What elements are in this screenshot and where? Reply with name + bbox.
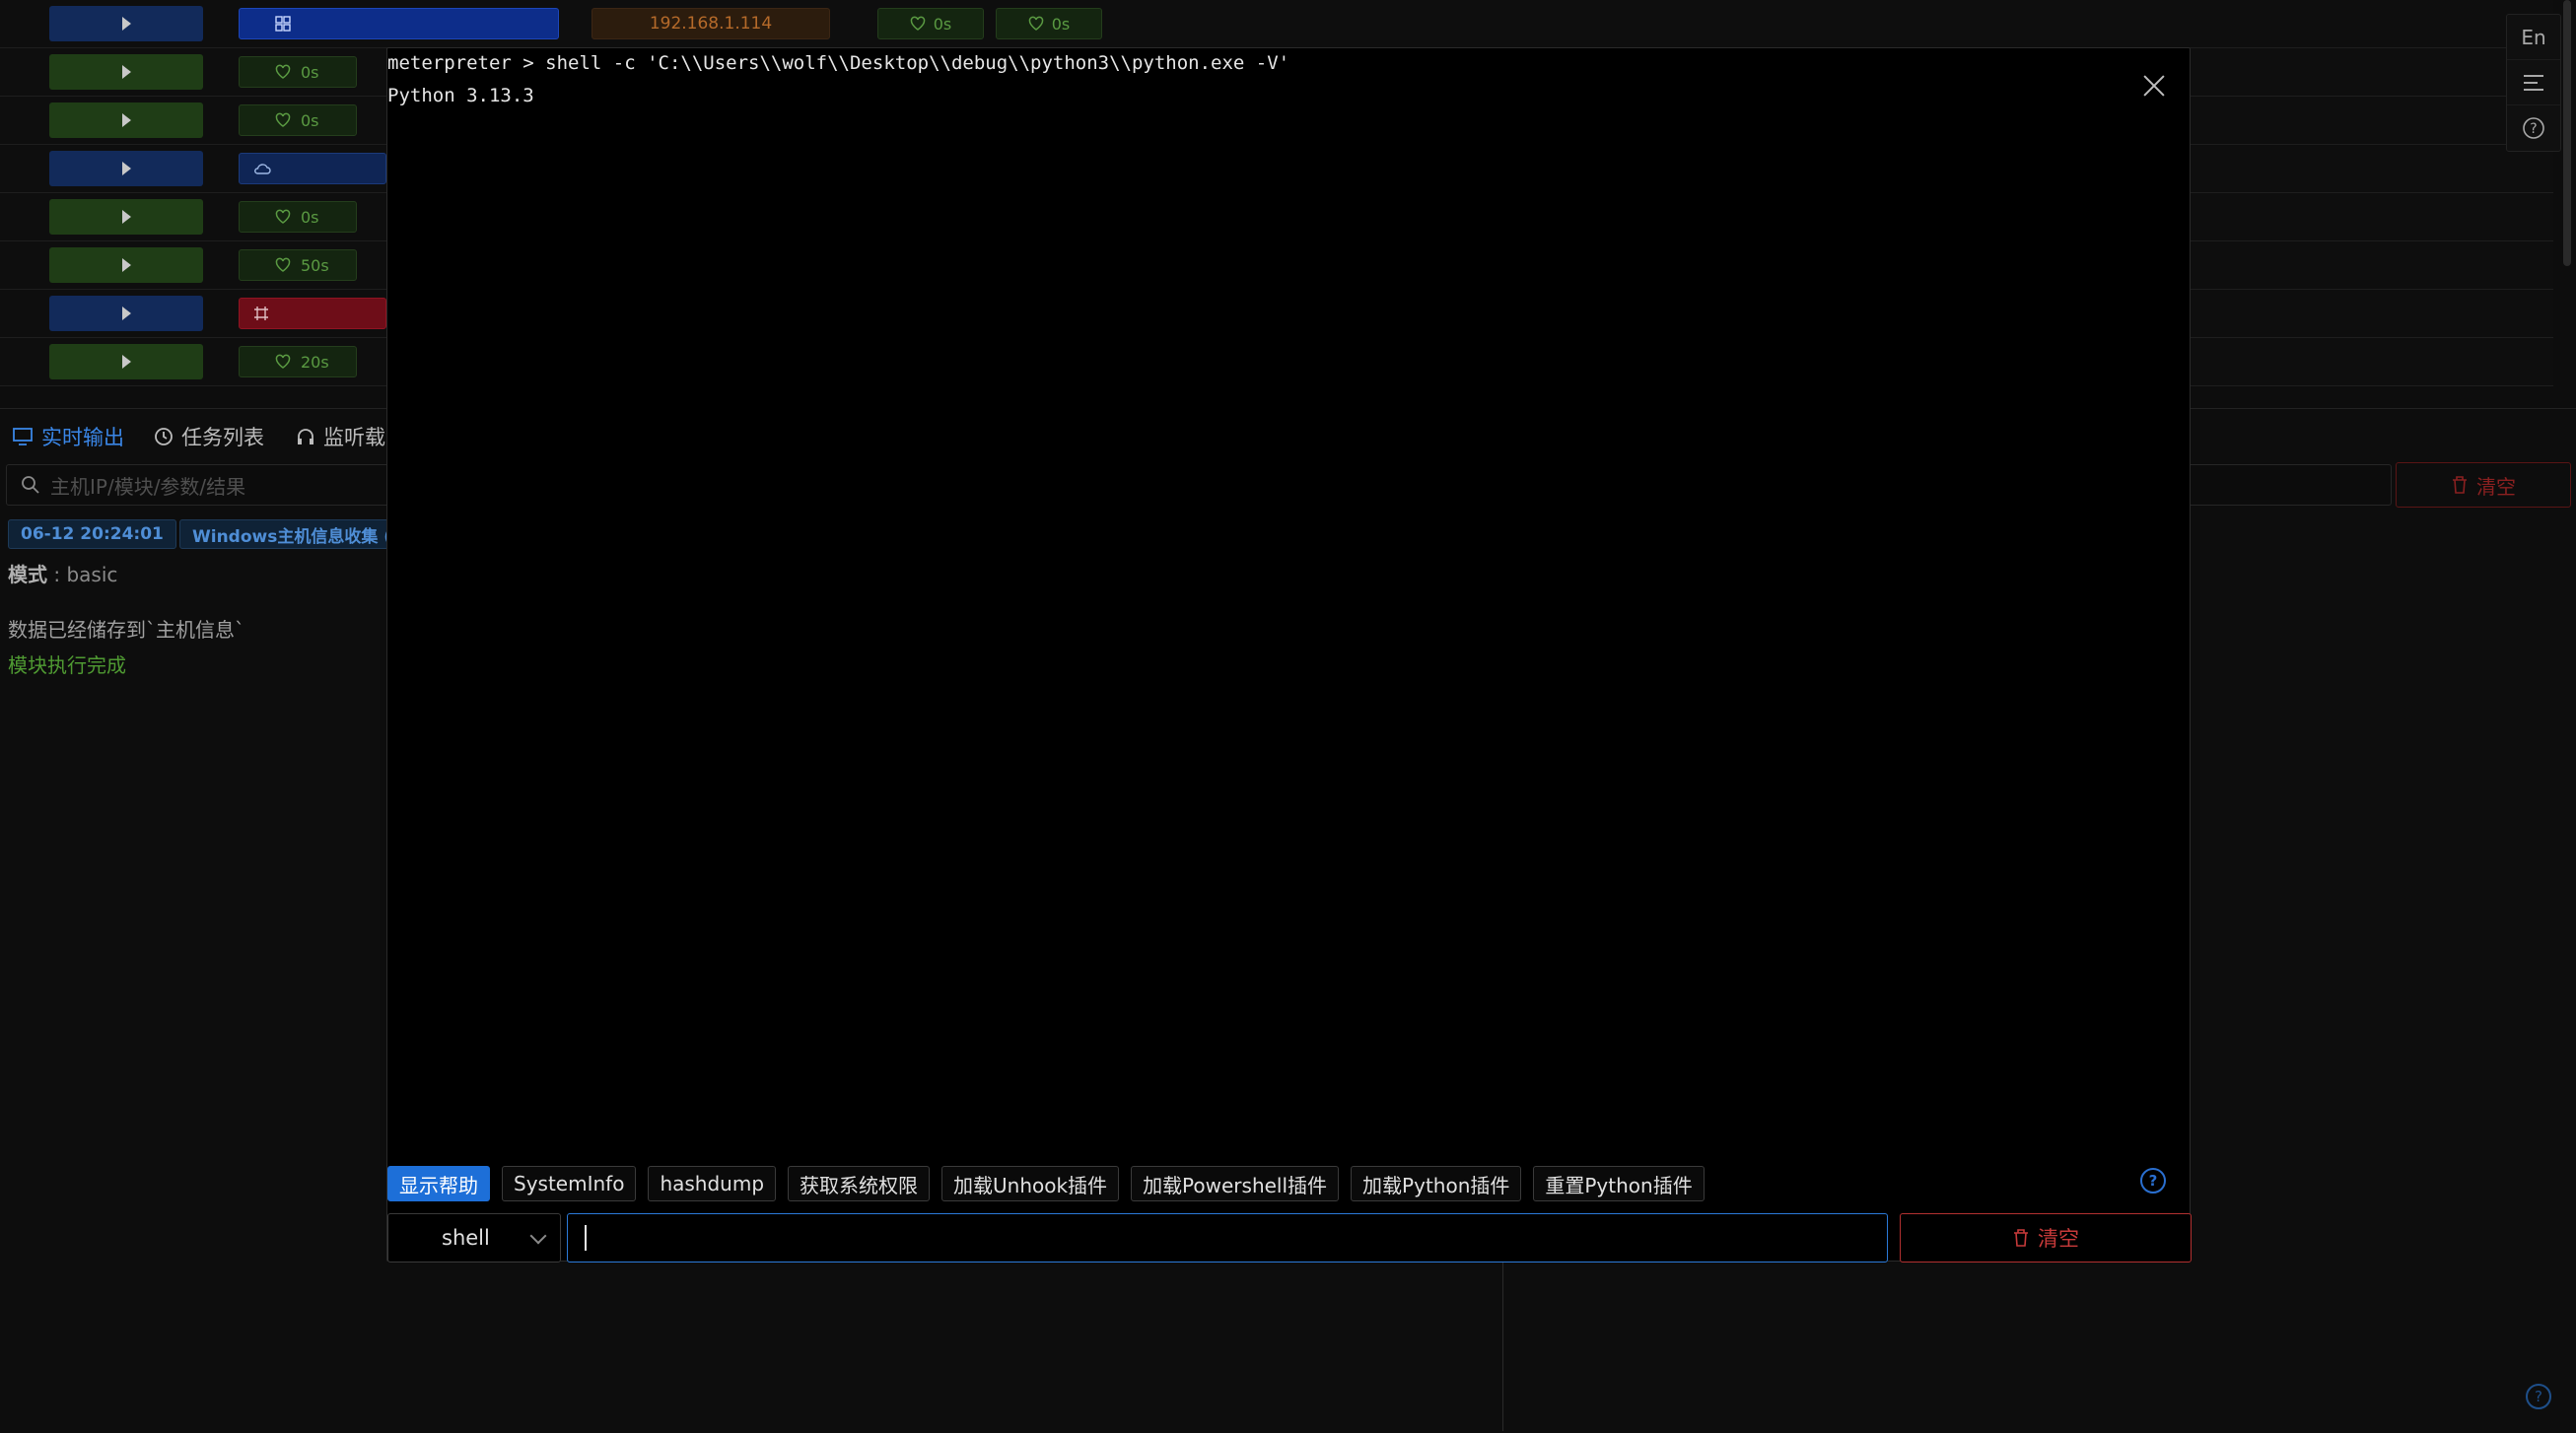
close-icon[interactable] (2140, 72, 2168, 100)
console-line: meterpreter > shell -c 'C:\\Users\\wolf\… (387, 52, 1290, 74)
host-status-tag: 0s (239, 56, 357, 88)
heart-icon (910, 16, 925, 31)
expand-row-button[interactable] (49, 199, 203, 235)
console-modal: meterpreter > shell -c 'C:\\Users\\wolf\… (386, 47, 2192, 1262)
cloud-icon (254, 164, 271, 174)
quick-command-button[interactable]: 获取系统权限 (788, 1166, 931, 1201)
host-status-tag: 20s (239, 346, 357, 377)
app-root: 192.168.1.114 0s 0s 0s 0s 0s 50s 20s En ? 实时输出 … (0, 0, 2576, 1433)
trash-icon (2453, 476, 2467, 494)
trash-icon (2014, 1229, 2028, 1247)
language-toggle[interactable]: En (2507, 15, 2560, 60)
command-input[interactable] (567, 1213, 1888, 1262)
menu-lines-icon[interactable] (2507, 60, 2560, 105)
command-row: shell 清空 (387, 1213, 2192, 1262)
heartbeat-label: 0s (301, 207, 319, 227)
quick-command-bar: 显示帮助 SystemInfo hashdump 获取系统权限 加载Unhook插件 加载… (387, 1166, 1705, 1201)
corner-help-icon[interactable]: ? (2526, 1384, 2551, 1409)
quick-command-button[interactable]: hashdump (648, 1166, 777, 1201)
chevron-down-icon (529, 1227, 547, 1245)
quick-command-button[interactable]: 加载Unhook插件 (941, 1166, 1120, 1201)
heartbeat-label: 20s (301, 352, 329, 372)
heartbeat-label: 0s (933, 14, 952, 34)
log-clear-button[interactable]: 清空 (2396, 462, 2571, 508)
heart-icon (275, 209, 291, 224)
quick-command-button[interactable]: SystemInfo (502, 1166, 637, 1201)
clock-icon (155, 428, 173, 445)
expand-row-button[interactable] (49, 54, 203, 90)
caret-right-icon (121, 162, 131, 175)
host-status-tag (239, 153, 386, 184)
tab-label: 实时输出 (41, 426, 124, 449)
console-help-icon[interactable]: ? (2140, 1168, 2166, 1194)
heartbeat-tag: 0s (877, 8, 984, 39)
host-row: 192.168.1.114 0s 0s (0, 0, 2553, 48)
tab-listener[interactable]: 监听载 (296, 419, 385, 454)
log-time-badge: 06-12 20:24:01 (8, 519, 176, 549)
expand-row-button[interactable] (49, 102, 203, 138)
host-status-tag (239, 298, 386, 329)
heartbeat-tag: 0s (996, 8, 1102, 39)
console-line: Python 3.13.3 (387, 85, 534, 106)
console-output: meterpreter > shell -c 'C:\\Users\\wolf\… (387, 48, 2130, 1132)
host-list-scrollbar[interactable] (2563, 0, 2571, 266)
heartbeat-label: 0s (301, 62, 319, 82)
caret-right-icon (121, 113, 131, 127)
headphones-icon (298, 429, 313, 444)
heart-icon (275, 112, 291, 127)
mode-label: 模式 (8, 563, 47, 586)
heart-icon (275, 354, 291, 369)
host-status-tag: 0s (239, 201, 357, 233)
quick-command-button[interactable]: 重置Python插件 (1533, 1166, 1705, 1201)
command-type-value: shell (442, 1226, 490, 1250)
expand-row-button[interactable] (49, 296, 203, 331)
tab-label: 任务列表 (181, 426, 264, 449)
heart-icon (275, 64, 291, 79)
mode-value: : basic (53, 563, 118, 586)
caret-right-icon (121, 258, 131, 272)
host-status-tag: 0s (239, 104, 357, 136)
frame-icon (254, 307, 268, 320)
caret-right-icon (121, 17, 131, 31)
command-type-select[interactable]: shell (387, 1213, 561, 1262)
host-status-tag (239, 8, 559, 39)
expand-row-button[interactable] (49, 344, 203, 379)
tab-task-list[interactable]: 任务列表 (154, 419, 264, 454)
log-mode-line: 模式 : basic (8, 559, 117, 587)
host-ip-tag: 192.168.1.114 (592, 8, 830, 39)
quick-command-button[interactable]: 显示帮助 (387, 1166, 490, 1201)
expand-row-button[interactable] (49, 247, 203, 283)
quick-command-button[interactable]: 加载Powershell插件 (1131, 1166, 1340, 1201)
right-toolbar: En ? (2506, 14, 2561, 152)
expand-row-button[interactable] (49, 6, 203, 41)
quick-command-button[interactable]: 加载Python插件 (1351, 1166, 1522, 1201)
help-icon[interactable]: ? (2507, 105, 2560, 151)
svg-text:?: ? (2530, 121, 2537, 137)
tab-label: 监听载 (323, 426, 385, 449)
caret-right-icon (121, 355, 131, 369)
log-done-line: 模块执行完成 (8, 653, 126, 677)
search-icon (22, 476, 39, 494)
heart-icon (1028, 16, 1043, 31)
console-clear-button[interactable]: 清空 (1900, 1213, 2192, 1262)
host-status-tag: 50s (239, 249, 357, 281)
windows-icon (275, 16, 291, 32)
heartbeat-label: 0s (1051, 14, 1071, 34)
text-caret (585, 1225, 587, 1251)
caret-right-icon (121, 210, 131, 224)
log-module-badge: Windows主机信息收集 ( (179, 519, 405, 549)
heartbeat-label: 50s (301, 255, 329, 275)
expand-row-button[interactable] (49, 151, 203, 186)
search-placeholder: 主机IP/模块/参数/结果 (50, 474, 246, 499)
heart-icon (275, 257, 291, 272)
monitor-icon (13, 428, 33, 445)
caret-right-icon (121, 307, 131, 320)
heartbeat-label: 0s (301, 110, 319, 130)
log-saved-line: 数据已经储存到`主机信息` (8, 618, 244, 642)
caret-right-icon (121, 65, 131, 79)
tab-realtime-output[interactable]: 实时输出 (12, 419, 124, 454)
